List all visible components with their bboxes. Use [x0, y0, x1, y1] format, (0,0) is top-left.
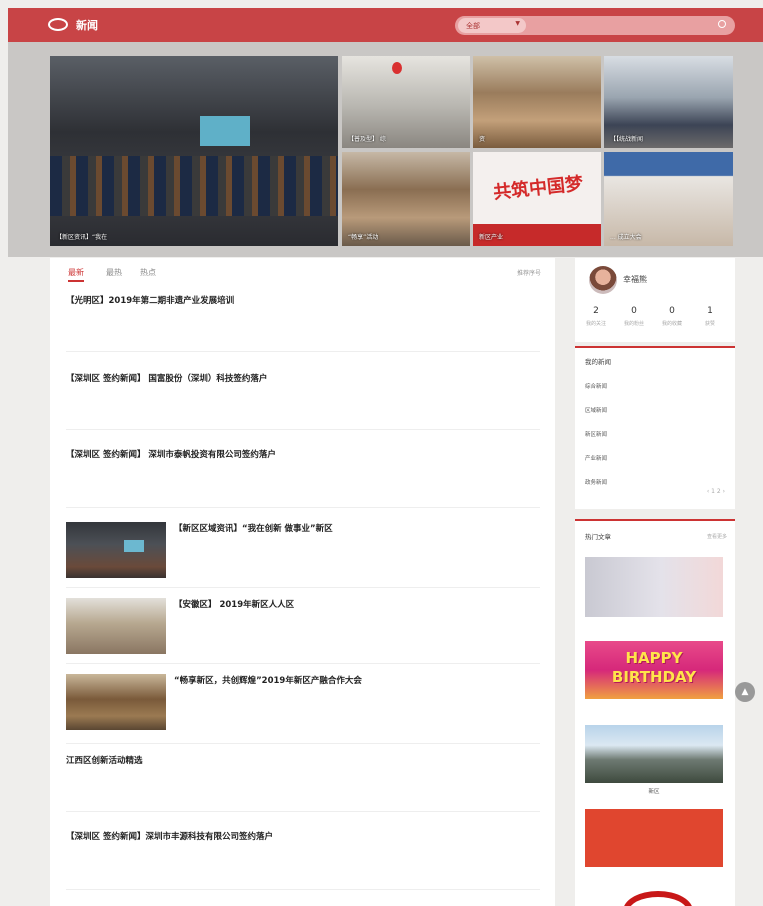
user-profile-card: 幸福熊 2 我的关注 0 我的粉丝 0 我的收藏 1 获赞: [575, 258, 735, 342]
stat-label: 我的收藏: [661, 321, 682, 327]
article-thumbnail[interactable]: [66, 598, 166, 654]
article-summary: [174, 616, 540, 632]
chevron-down-icon: ▼: [515, 20, 520, 27]
tab-hot[interactable]: 最热: [106, 267, 122, 278]
stat-label: 我的粉丝: [623, 321, 644, 327]
article-item[interactable]: 【光明区】2019年第二期非遗产业发展培训: [66, 294, 540, 352]
search-category-select[interactable]: 全部 ▼: [458, 18, 526, 33]
stat-favorites[interactable]: 0 我的收藏: [655, 306, 689, 327]
category-item[interactable]: 产业新闻: [585, 454, 607, 462]
hot-articles-title: 热门文章: [585, 533, 611, 541]
article-title[interactable]: 江西区创新活动精选: [66, 754, 143, 766]
hot-article-image[interactable]: [585, 809, 723, 867]
banner-slide[interactable]: 资: [473, 56, 601, 148]
banner-caption: 【普及型】 综: [348, 136, 386, 143]
article-summary: [174, 692, 540, 708]
article-item[interactable]: 【新区区域资讯】“我在创新 做事业”新区: [66, 522, 540, 588]
article-item[interactable]: 【深圳区 签约新闻】深圳市丰源科技有限公司签约落户: [66, 830, 540, 890]
article-summary: [66, 312, 538, 328]
banner-slide[interactable]: “畅享”活动: [342, 152, 470, 246]
article-item[interactable]: 【深圳区 签约新闻】 国富股份（深圳）科技签约落户: [66, 372, 540, 430]
category-list-title: 我的新闻: [585, 358, 611, 366]
search-category-label: 全部: [466, 22, 480, 30]
news-feed: 最新 最热 热点 推荐序号 【光明区】2019年第二期非遗产业发展培训 【深圳区…: [50, 258, 555, 906]
article-title[interactable]: “畅享新区，共创辉煌”2019年新区产融合作大会: [174, 674, 362, 686]
category-item[interactable]: 综合新闻: [585, 382, 607, 390]
hot-image-text: HAPPY BIRTHDAY: [611, 649, 697, 686]
article-item[interactable]: 【安徽区】 2019年新区人人区: [66, 598, 540, 664]
banner-caption: 新区产业: [479, 234, 504, 241]
hot-article-image[interactable]: [623, 891, 693, 906]
hot-article-image[interactable]: [585, 725, 723, 783]
banner-carousel: 【新区资讯】“我在 【普及型】 综 资 【【统战新闻 “畅享”活动 共筑中国梦 …: [8, 42, 763, 257]
hot-article-image[interactable]: HAPPY BIRTHDAY: [585, 641, 723, 699]
article-summary: [66, 466, 538, 482]
site-name[interactable]: 新闻: [76, 17, 98, 33]
stat-number: 0: [631, 306, 637, 316]
stat-followers[interactable]: 0 我的粉丝: [617, 306, 651, 327]
category-list: 我的新闻 综合新闻 区域新闻 新区新闻 产业新闻 政务新闻 ‹ 1 2 ›: [575, 346, 735, 509]
hot-article-caption[interactable]: 新区: [585, 787, 723, 795]
hot-more-link[interactable]: 查看更多: [707, 533, 727, 540]
hot-articles: 热门文章 查看更多 HAPPY BIRTHDAY 新区: [575, 519, 735, 906]
article-summary: [66, 390, 538, 406]
article-title[interactable]: 【深圳区 签约新闻】 国富股份（深圳）科技签约落户: [66, 372, 267, 384]
stat-label: 获赞: [704, 321, 715, 327]
article-thumbnail[interactable]: [66, 522, 166, 578]
category-pager[interactable]: ‹ 1 2 ›: [707, 488, 725, 495]
article-title[interactable]: 【安徽区】 2019年新区人人区: [174, 598, 294, 610]
banner-slide[interactable]: 【【统战新闻: [604, 56, 733, 148]
stat-likes[interactable]: 1 获赞: [693, 306, 727, 327]
tab-trending[interactable]: 热点: [140, 267, 156, 278]
category-item[interactable]: 新区新闻: [585, 430, 607, 438]
article-title[interactable]: 【深圳区 签约新闻】 深圳市泰帆投资有限公司签约落户: [66, 448, 276, 460]
article-thumbnail[interactable]: [66, 674, 166, 730]
hot-article-image[interactable]: [585, 557, 723, 617]
article-title[interactable]: 【深圳区 签约新闻】深圳市丰源科技有限公司签约落户: [66, 830, 273, 842]
top-navbar: 新闻 全部 ▼: [8, 8, 763, 42]
article-title[interactable]: 【新区区域资讯】“我在创新 做事业”新区: [174, 522, 333, 534]
stat-number: 1: [707, 306, 713, 316]
banner-caption: 【【统战新闻: [610, 136, 644, 143]
banner-caption: ... 成立大会: [610, 234, 642, 241]
feed-tip: 推荐序号: [516, 270, 541, 277]
article-summary: [66, 848, 538, 864]
banner-caption: “畅享”活动: [348, 234, 379, 241]
article-item[interactable]: 【深圳区 签约新闻】 深圳市泰帆投资有限公司签约落户: [66, 448, 540, 508]
username[interactable]: 幸福熊: [623, 274, 647, 285]
stat-number: 2: [593, 306, 599, 316]
search-bar: 全部 ▼: [455, 16, 735, 35]
banner-caption: 【新区资讯】“我在: [56, 234, 108, 241]
stat-number: 0: [669, 306, 675, 316]
avatar[interactable]: [589, 266, 617, 294]
search-icon[interactable]: [718, 20, 726, 28]
banner-slide[interactable]: 【普及型】 综: [342, 56, 470, 148]
tab-latest[interactable]: 最新: [68, 267, 84, 282]
banner-slide[interactable]: ... 成立大会: [604, 152, 733, 246]
banner-slide-main[interactable]: 【新区资讯】“我在: [50, 56, 338, 246]
logo-icon[interactable]: [48, 18, 68, 31]
article-item[interactable]: 江西区创新活动精选: [66, 754, 540, 812]
banner-caption: 资: [479, 136, 486, 143]
article-summary: [174, 540, 540, 556]
article-summary: [66, 772, 538, 788]
stat-following[interactable]: 2 我的关注: [579, 306, 613, 327]
banner-slide[interactable]: 共筑中国梦 新区产业: [473, 152, 601, 246]
category-item[interactable]: 区域新闻: [585, 406, 607, 414]
stat-label: 我的关注: [585, 321, 606, 327]
category-item[interactable]: 政务新闻: [585, 478, 607, 486]
scroll-top-button[interactable]: ▲: [735, 682, 755, 702]
banner-slide-text: 共筑中国梦: [492, 173, 585, 204]
article-title[interactable]: 【光明区】2019年第二期非遗产业发展培训: [66, 294, 234, 306]
article-item[interactable]: “畅享新区，共创辉煌”2019年新区产融合作大会: [66, 674, 540, 744]
up-arrow-icon: ▲: [741, 687, 749, 697]
